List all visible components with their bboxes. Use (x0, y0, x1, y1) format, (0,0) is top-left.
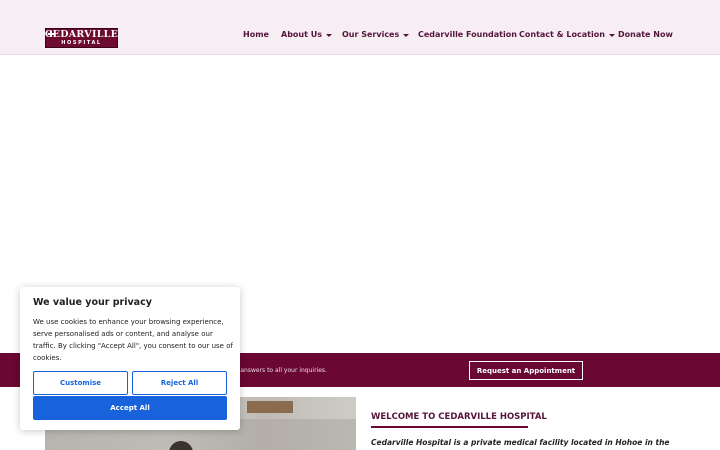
intro-text: Cedarville Hospital is a private medical… (371, 438, 670, 447)
request-appointment-button[interactable]: Request an Appointment (469, 361, 583, 380)
nav-about-us-label: About Us (281, 30, 322, 39)
nav-home-label: Home (243, 30, 269, 39)
nav-foundation-label: Cedarville Foundation (418, 30, 517, 39)
customise-button[interactable]: Customise (33, 371, 128, 395)
welcome-heading: WELCOME TO CEDARVILLE HOSPITAL (371, 412, 547, 422)
main-navigation: Home About Us Our Services Cedarville Fo… (0, 30, 720, 44)
nav-donate-now[interactable]: Donate Now (618, 30, 673, 39)
chevron-down-icon (608, 33, 615, 37)
cookie-title: We value your privacy (33, 297, 152, 308)
nav-our-services-label: Our Services (342, 30, 400, 39)
accept-all-button[interactable]: Accept All (33, 396, 227, 420)
heading-underline (371, 426, 528, 428)
nav-donate-label: Donate Now (618, 30, 673, 39)
nav-about-us[interactable]: About Us (281, 30, 332, 39)
nav-contact-label: Contact & Location (519, 30, 605, 39)
nav-home[interactable]: Home (243, 30, 269, 39)
banner-text: r answers to all your inquiries. (236, 367, 327, 374)
chevron-down-icon (325, 33, 332, 37)
cookie-description: We use cookies to enhance your browsing … (33, 318, 233, 362)
reject-all-button[interactable]: Reject All (132, 371, 227, 395)
nav-cedarville-foundation[interactable]: Cedarville Foundation (418, 30, 517, 39)
site-header: CEDARVILLE HOSPITAL Home About Us Our Se… (0, 0, 720, 55)
chevron-down-icon (403, 33, 410, 37)
photo-wall-frame (247, 401, 293, 413)
nav-contact-location[interactable]: Contact & Location (519, 30, 615, 39)
cookie-consent-dialog: We value your privacy We use cookies to … (20, 287, 240, 430)
nav-our-services[interactable]: Our Services (342, 30, 410, 39)
